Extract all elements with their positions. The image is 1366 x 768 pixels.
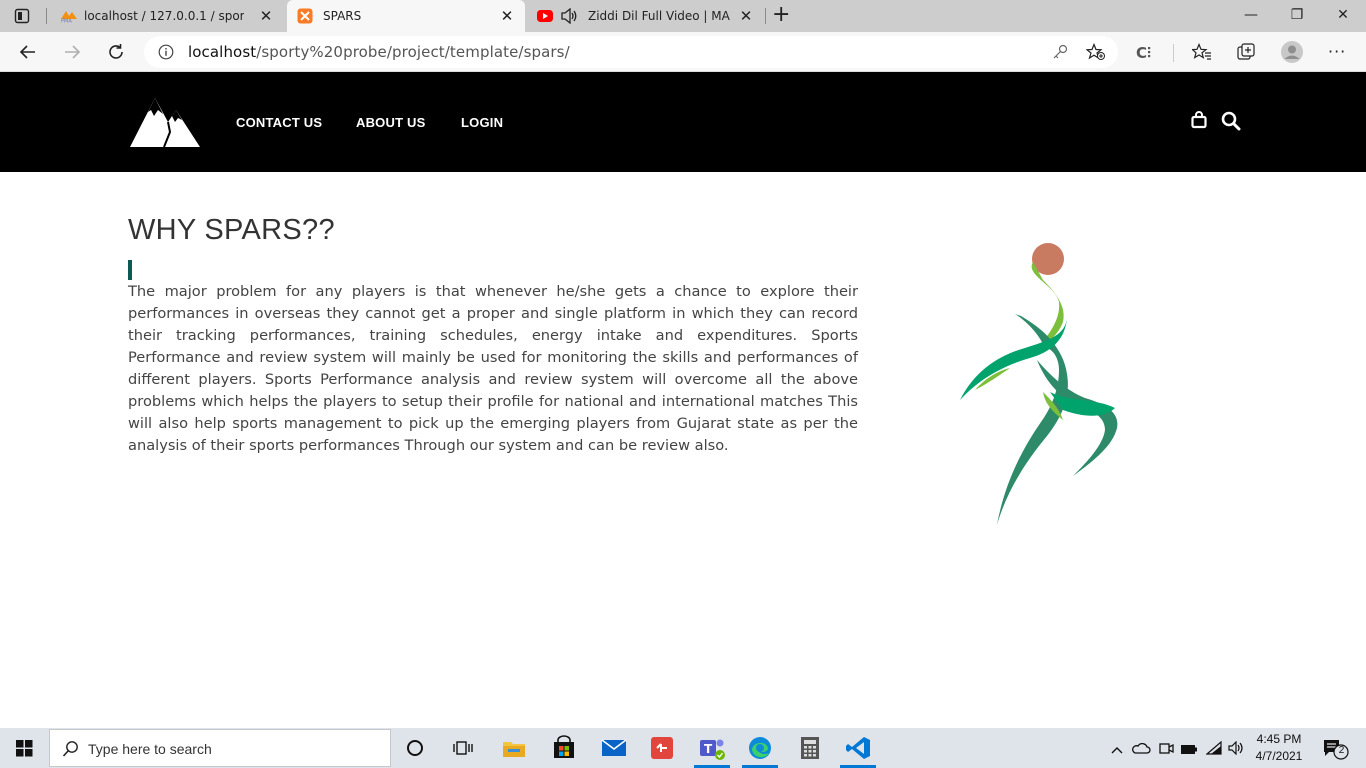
athlete-figure-illustration bbox=[955, 240, 1125, 530]
meet-now-icon[interactable] bbox=[1158, 740, 1174, 756]
vscode-icon[interactable] bbox=[844, 734, 872, 762]
search-icon bbox=[62, 740, 80, 758]
edge-icon[interactable] bbox=[746, 734, 774, 762]
shopping-bag-icon[interactable] bbox=[1191, 111, 1207, 129]
nav-about-us[interactable]: ABOUT US bbox=[356, 115, 426, 130]
cortana-icon[interactable] bbox=[406, 739, 424, 757]
svg-text:C: C bbox=[1136, 44, 1147, 60]
forward-arrow-icon bbox=[65, 45, 81, 59]
windows-start-icon[interactable] bbox=[16, 740, 33, 757]
close-tab-icon[interactable]: ✕ bbox=[738, 8, 754, 24]
key-icon[interactable] bbox=[1052, 44, 1068, 60]
onedrive-icon[interactable] bbox=[1131, 740, 1151, 754]
tab-title: Ziddi Dil Full Video | MARY bbox=[588, 9, 730, 23]
browser-tab-youtube[interactable]: Ziddi Dil Full Video | MARY ✕ bbox=[528, 0, 764, 32]
system-clock[interactable]: 4:45 PM 4/7/2021 bbox=[1252, 731, 1306, 765]
back-button[interactable] bbox=[12, 36, 44, 68]
heading-accent-bar bbox=[128, 260, 132, 280]
browser-tab-spars[interactable]: SPARS ✕ bbox=[287, 0, 525, 32]
notification-center-icon[interactable]: 2 bbox=[1322, 738, 1350, 760]
forward-button[interactable] bbox=[56, 36, 88, 68]
speaker-icon[interactable] bbox=[560, 7, 578, 25]
task-view-icon[interactable] bbox=[453, 739, 473, 757]
browser-tab-strip: PMA localhost / 127.0.0.1 / sportyprob ✕… bbox=[0, 0, 1366, 32]
close-tab-icon[interactable]: ✕ bbox=[499, 8, 515, 24]
nav-contact-us[interactable]: CONTACT US bbox=[236, 115, 322, 130]
tab-title: localhost / 127.0.0.1 / sportyprob bbox=[84, 9, 244, 23]
browser-tab-phpmyadmin[interactable]: PMA localhost / 127.0.0.1 / sportyprob ✕ bbox=[52, 0, 284, 32]
taskbar-search-box[interactable]: Type here to search bbox=[49, 729, 391, 767]
xampp-icon bbox=[297, 8, 313, 24]
youtube-icon bbox=[536, 9, 554, 23]
battery-icon[interactable] bbox=[1180, 741, 1198, 755]
notification-count: 2 bbox=[1338, 745, 1345, 756]
tab-actions-icon[interactable] bbox=[14, 8, 30, 24]
nav-login[interactable]: LOGIN bbox=[461, 115, 503, 130]
phpmyadmin-icon: PMA bbox=[60, 9, 78, 25]
refresh-icon bbox=[109, 44, 123, 59]
store-icon[interactable] bbox=[550, 734, 578, 762]
search-placeholder: Type here to search bbox=[88, 741, 212, 757]
windows-taskbar: Type here to search T 4:45 PM 4/7/2021 2 bbox=[0, 728, 1366, 768]
refresh-button[interactable] bbox=[100, 36, 132, 68]
favorites-icon[interactable] bbox=[1191, 42, 1212, 61]
back-arrow-icon bbox=[19, 45, 35, 59]
svg-text:PMA: PMA bbox=[61, 19, 72, 24]
browser-toolbar: localhost/sporty%20probe/project/templat… bbox=[0, 32, 1366, 72]
url-text: localhost/sporty%20probe/project/templat… bbox=[188, 43, 570, 61]
collections-icon[interactable] bbox=[1237, 43, 1255, 61]
wifi-icon[interactable] bbox=[1205, 740, 1222, 755]
teams-icon[interactable]: T bbox=[698, 734, 726, 762]
tab-title: SPARS bbox=[323, 9, 362, 23]
new-tab-button[interactable]: + bbox=[772, 3, 790, 27]
git-app-icon[interactable] bbox=[648, 734, 676, 762]
site-header: CONTACT US ABOUT US LOGIN bbox=[0, 72, 1366, 172]
chevron-up-icon[interactable] bbox=[1110, 741, 1124, 754]
volume-icon[interactable] bbox=[1228, 740, 1246, 756]
minimize-button[interactable]: — bbox=[1228, 0, 1274, 32]
svg-text:T: T bbox=[704, 742, 713, 756]
extension-icon[interactable]: C bbox=[1136, 44, 1154, 62]
why-spars-description: The major problem for any players is tha… bbox=[128, 283, 858, 454]
profile-avatar[interactable] bbox=[1280, 40, 1304, 64]
restore-button[interactable]: ❐ bbox=[1274, 0, 1320, 32]
mail-icon[interactable] bbox=[600, 734, 628, 762]
clock-date: 4/7/2021 bbox=[1255, 749, 1303, 763]
more-menu-icon[interactable]: ··· bbox=[1328, 44, 1348, 60]
info-icon[interactable] bbox=[158, 44, 174, 60]
page-title: WHY SPARS?? bbox=[128, 214, 335, 246]
mountain-logo-icon[interactable] bbox=[130, 96, 202, 148]
calculator-icon[interactable] bbox=[796, 734, 824, 762]
clock-time: 4:45 PM bbox=[1256, 732, 1302, 746]
close-window-button[interactable]: ✕ bbox=[1320, 0, 1366, 32]
close-tab-icon[interactable]: ✕ bbox=[258, 8, 274, 24]
add-favorite-icon[interactable] bbox=[1085, 42, 1106, 61]
file-explorer-icon[interactable] bbox=[500, 734, 528, 762]
search-icon[interactable] bbox=[1221, 111, 1241, 131]
address-bar[interactable]: localhost/sporty%20probe/project/templat… bbox=[144, 36, 1118, 68]
